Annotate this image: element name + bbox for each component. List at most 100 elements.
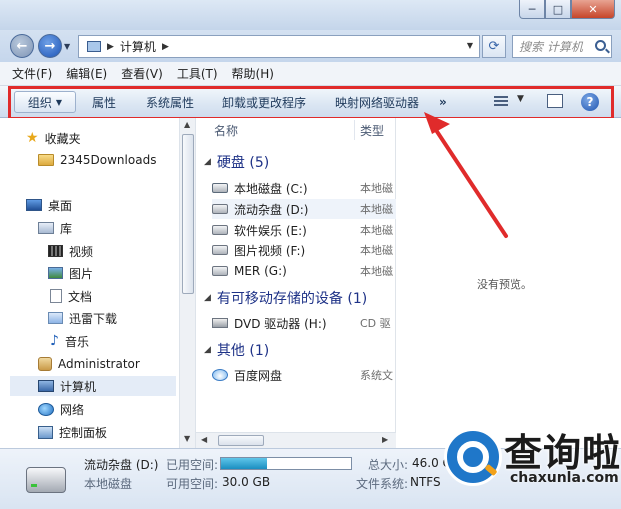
close-button[interactable]: ✕	[571, 0, 615, 19]
search-placeholder: 搜索 计算机	[519, 40, 583, 54]
control-panel-icon	[38, 425, 53, 439]
scrollbar-thumb[interactable]	[182, 134, 194, 294]
more-commands-button[interactable]: »	[439, 86, 447, 118]
column-header-type[interactable]: 类型	[360, 122, 384, 139]
details-drive-name: 流动杂盘 (D:)	[84, 458, 159, 472]
sidebar-item-label: 视频	[69, 244, 94, 259]
watermark-text-en: chaxunla.com	[510, 470, 619, 486]
group-header-other[interactable]: ◢ 其他 (1)	[204, 340, 269, 360]
chevron-down-icon[interactable]: ▼	[517, 94, 533, 106]
menu-file[interactable]: 文件(F)	[12, 65, 52, 82]
used-space-label: 已用空间:	[166, 458, 219, 472]
item-name: 百度网盘	[234, 368, 283, 383]
forward-button[interactable]: →	[38, 34, 62, 58]
horizontal-scrollbar-thumb[interactable]	[218, 435, 264, 446]
breadcrumb-computer[interactable]: 计算机	[120, 38, 156, 55]
help-button[interactable]: ?	[581, 93, 599, 111]
drive-type: 本地磁	[360, 224, 393, 237]
menu-view[interactable]: 查看(V)	[121, 65, 163, 82]
scroll-right-arrow-icon[interactable]: ▶	[382, 435, 388, 444]
sidebar-item-administrator[interactable]: Administrator	[38, 354, 140, 374]
group-header-hdd[interactable]: ◢ 硬盘 (5)	[204, 152, 269, 172]
search-input[interactable]: 搜索 计算机	[512, 35, 612, 58]
used-space-fill	[221, 458, 267, 469]
title-bar: ─ □ ✕	[0, 0, 621, 30]
network-icon	[38, 402, 54, 416]
command-bar: 组织 ▼ 属性 系统属性 卸载或更改程序 映射网络驱动器 » ▼ ?	[0, 86, 621, 118]
column-divider[interactable]	[354, 120, 355, 140]
uninstall-button[interactable]: 卸载或更改程序	[222, 86, 306, 118]
column-header-name[interactable]: 名称	[214, 122, 238, 139]
drive-item-d[interactable]: 流动杂盘 (D:) 本地磁	[212, 199, 396, 219]
sidebar-item-label: 计算机	[60, 379, 97, 394]
back-button[interactable]: ←	[10, 34, 34, 58]
chevron-right-icon[interactable]: ▶	[107, 42, 114, 52]
address-bar[interactable]: ▶ 计算机 ▶ ▼	[78, 35, 480, 58]
file-list-horizontal-scrollbar[interactable]: ◀ ▶	[196, 432, 396, 448]
navigation-pane: ★ 收藏夹 2345Downloads 桌面 库 视频 图片 文档 迅雷下载 ♪…	[10, 118, 180, 448]
sidebar-item-label: 控制面板	[59, 425, 108, 440]
drive-type: 本地磁	[360, 265, 393, 278]
sidebar-item-videos[interactable]: 视频	[48, 241, 93, 261]
preview-pane: 没有预览。	[397, 118, 621, 448]
drive-type: 本地磁	[360, 182, 393, 195]
magnifier-q-icon	[457, 441, 489, 473]
item-baidu-netdisk[interactable]: 百度网盘 系统文	[212, 365, 396, 385]
sidebar-item-thunder[interactable]: 迅雷下载	[48, 308, 117, 328]
sidebar-item-desktop[interactable]: 桌面	[26, 195, 72, 215]
window-controls: ─ □ ✕	[519, 0, 615, 20]
menu-edit[interactable]: 编辑(E)	[66, 65, 107, 82]
explorer-body: ★ 收藏夹 2345Downloads 桌面 库 视频 图片 文档 迅雷下载 ♪…	[0, 118, 621, 448]
music-note-icon: ♪	[50, 333, 59, 349]
maximize-button[interactable]: □	[545, 0, 571, 19]
sidebar-item-documents[interactable]: 文档	[50, 286, 92, 306]
map-network-drive-button[interactable]: 映射网络驱动器	[335, 86, 419, 118]
chevron-right-icon[interactable]: ▶	[162, 42, 169, 52]
organize-button[interactable]: 组织 ▼	[14, 91, 76, 113]
menu-help[interactable]: 帮助(H)	[232, 65, 274, 82]
minimize-button[interactable]: ─	[519, 0, 545, 19]
collapse-triangle-icon[interactable]: ◢	[204, 293, 211, 303]
drive-type: 本地磁	[360, 244, 393, 257]
collapse-triangle-icon[interactable]: ◢	[204, 157, 211, 167]
sidebar-item-label: 库	[60, 221, 73, 236]
view-list-icon[interactable]	[494, 96, 508, 108]
desktop-icon	[26, 199, 42, 211]
folder-icon	[38, 154, 54, 166]
drive-item-c[interactable]: 本地磁盘 (C:) 本地磁	[212, 178, 396, 198]
file-system-label: 文件系统:	[356, 477, 409, 491]
preview-pane-icon[interactable]	[547, 94, 563, 108]
sidebar-item-control-panel[interactable]: 控制面板	[38, 422, 107, 442]
video-icon	[48, 245, 63, 257]
dvd-drive-icon	[212, 318, 228, 328]
refresh-button[interactable]: ⟳	[482, 35, 506, 58]
sidebar-item-pictures[interactable]: 图片	[48, 263, 93, 283]
properties-button[interactable]: 属性	[92, 86, 116, 118]
sidebar-item-libraries[interactable]: 库	[38, 218, 72, 238]
scroll-left-arrow-icon[interactable]: ◀	[201, 435, 207, 444]
drive-item-h[interactable]: DVD 驱动器 (H:) CD 驱	[212, 313, 396, 333]
sidebar-item-label: 网络	[60, 402, 85, 417]
collapse-triangle-icon[interactable]: ◢	[204, 345, 211, 355]
drive-name: 图片视频 (F:)	[234, 243, 306, 258]
recent-pages-dropdown[interactable]: ▼	[64, 42, 70, 51]
sidebar-item-network[interactable]: 网络	[38, 399, 84, 419]
drive-item-e[interactable]: 软件娱乐 (E:) 本地磁	[212, 220, 396, 240]
navigation-scrollbar[interactable]: ▲ ▼	[179, 118, 196, 448]
sidebar-item-label: 图片	[69, 266, 94, 281]
library-icon	[38, 222, 54, 234]
sidebar-item-downloads[interactable]: 2345Downloads	[38, 150, 156, 170]
chevron-down-icon[interactable]: ▼	[467, 41, 473, 50]
menu-tools[interactable]: 工具(T)	[177, 65, 218, 82]
scroll-up-arrow-icon[interactable]: ▲	[184, 120, 190, 129]
sidebar-item-favorites[interactable]: ★ 收藏夹	[26, 128, 81, 148]
sidebar-item-computer[interactable]: 计算机	[10, 376, 176, 396]
drive-item-g[interactable]: MER (G:) 本地磁	[212, 261, 396, 281]
sidebar-item-music[interactable]: ♪ 音乐	[50, 331, 89, 351]
watermark-logo-icon	[444, 428, 502, 486]
scroll-down-arrow-icon[interactable]: ▼	[184, 434, 190, 443]
group-header-removable[interactable]: ◢ 有可移动存储的设备 (1)	[204, 288, 367, 308]
system-properties-button[interactable]: 系统属性	[146, 86, 194, 118]
drive-item-f[interactable]: 图片视频 (F:) 本地磁	[212, 240, 396, 260]
search-icon[interactable]	[595, 40, 606, 51]
